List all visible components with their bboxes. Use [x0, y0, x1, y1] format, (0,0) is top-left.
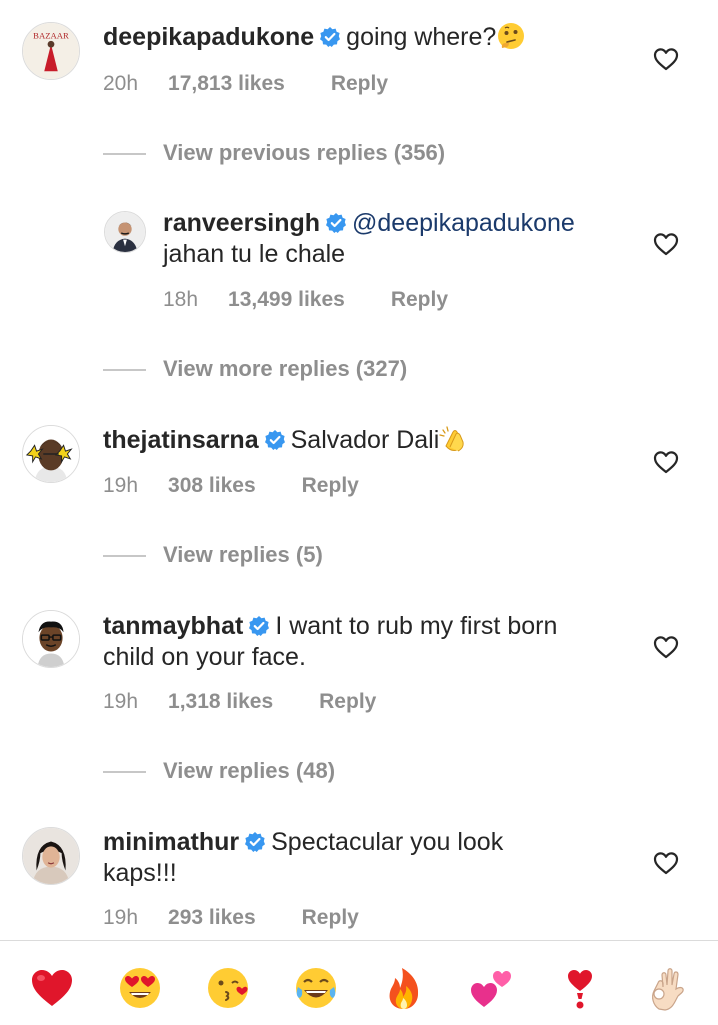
avatar-image [23, 611, 79, 667]
avatar[interactable] [104, 211, 146, 253]
username[interactable]: thejatinsarna [103, 426, 259, 454]
comment-text-line2: kaps!!! [103, 859, 177, 887]
thinking-face-emoji [496, 21, 526, 51]
view-replies-link[interactable]: View replies (48) [163, 758, 335, 784]
comment-text: jahan tu le chale [163, 240, 346, 268]
divider-line [103, 555, 146, 557]
divider-line [103, 369, 146, 371]
ok-hand-icon[interactable] [645, 965, 691, 1011]
reply-button[interactable]: Reply [302, 474, 359, 497]
avatar[interactable] [22, 425, 80, 483]
likes-count[interactable]: 17,813 likes [168, 72, 285, 95]
heart-eyes-icon[interactable] [117, 965, 163, 1011]
like-heart-icon[interactable] [653, 47, 679, 71]
avatar-magazine-text: BAZAAR [33, 30, 69, 40]
timestamp: 19h [103, 906, 139, 929]
comment-meta: 19h 308 likes Reply [103, 474, 359, 498]
avatar-image [23, 828, 79, 884]
avatar-image: BAZAAR [23, 23, 79, 79]
verified-badge-icon [320, 24, 341, 47]
divider-line [103, 771, 146, 773]
verified-badge-icon [264, 427, 285, 450]
username[interactable]: deepikapadukone [103, 23, 314, 51]
comment-meta: 19h 1,318 likes Reply [103, 690, 376, 714]
divider-line [103, 153, 146, 155]
verified-badge-icon [326, 210, 347, 233]
reply-button[interactable]: Reply [331, 72, 388, 95]
verified-badge-icon [249, 613, 270, 636]
reply-button[interactable]: Reply [391, 288, 448, 311]
comment-text: going where? [346, 23, 497, 51]
comment-text: Salvador Dali [290, 426, 440, 454]
likes-count[interactable]: 13,499 likes [228, 288, 345, 311]
username[interactable]: ranveersingh [163, 209, 320, 237]
tears-of-joy-icon[interactable] [293, 965, 339, 1011]
username[interactable]: minimathur [103, 828, 239, 856]
likes-count[interactable]: 293 likes [168, 906, 256, 929]
view-replies-link[interactable]: View replies (5) [163, 542, 323, 568]
avatar[interactable] [22, 610, 80, 668]
avatar-image [23, 426, 79, 482]
like-heart-icon[interactable] [653, 450, 679, 474]
reply-button[interactable]: Reply [319, 690, 376, 713]
view-previous-replies-link[interactable]: View previous replies (356) [163, 140, 445, 166]
reply-button[interactable]: Reply [302, 906, 359, 929]
comment-meta: 19h 293 likes Reply [103, 906, 359, 930]
fire-icon[interactable] [381, 965, 427, 1011]
likes-count[interactable]: 308 likes [168, 474, 256, 497]
comment-text-line1: I want to rub my first born [275, 612, 558, 640]
likes-count[interactable]: 1,318 likes [168, 690, 273, 713]
comment-meta: 18h 13,499 likes Reply [163, 288, 448, 312]
emoji-reaction-bar [0, 940, 718, 1025]
timestamp: 18h [163, 288, 199, 311]
like-heart-icon[interactable] [653, 851, 679, 875]
like-heart-icon[interactable] [653, 232, 679, 256]
comment-text-line2: child on your face. [103, 643, 306, 671]
avatar[interactable]: BAZAAR [22, 22, 80, 80]
like-heart-icon[interactable] [653, 635, 679, 659]
timestamp: 20h [103, 72, 139, 95]
timestamp: 19h [103, 690, 139, 713]
mention-link[interactable]: @deepikapadukone [352, 209, 575, 237]
red-heart-icon[interactable] [29, 965, 75, 1011]
avatar-image [105, 212, 145, 252]
two-hearts-icon[interactable] [469, 965, 515, 1011]
username[interactable]: tanmaybhat [103, 612, 243, 640]
kissing-face-icon[interactable] [205, 965, 251, 1011]
view-more-replies-link[interactable]: View more replies (327) [163, 356, 407, 382]
comment-text-line1: Spectacular you look [271, 828, 504, 856]
verified-badge-icon [245, 829, 266, 852]
heart-exclamation-icon[interactable] [557, 965, 603, 1011]
comment-meta: 20h 17,813 likes Reply [103, 72, 388, 96]
timestamp: 19h [103, 474, 139, 497]
avatar[interactable] [22, 827, 80, 885]
clapping-hands-emoji [439, 424, 469, 454]
